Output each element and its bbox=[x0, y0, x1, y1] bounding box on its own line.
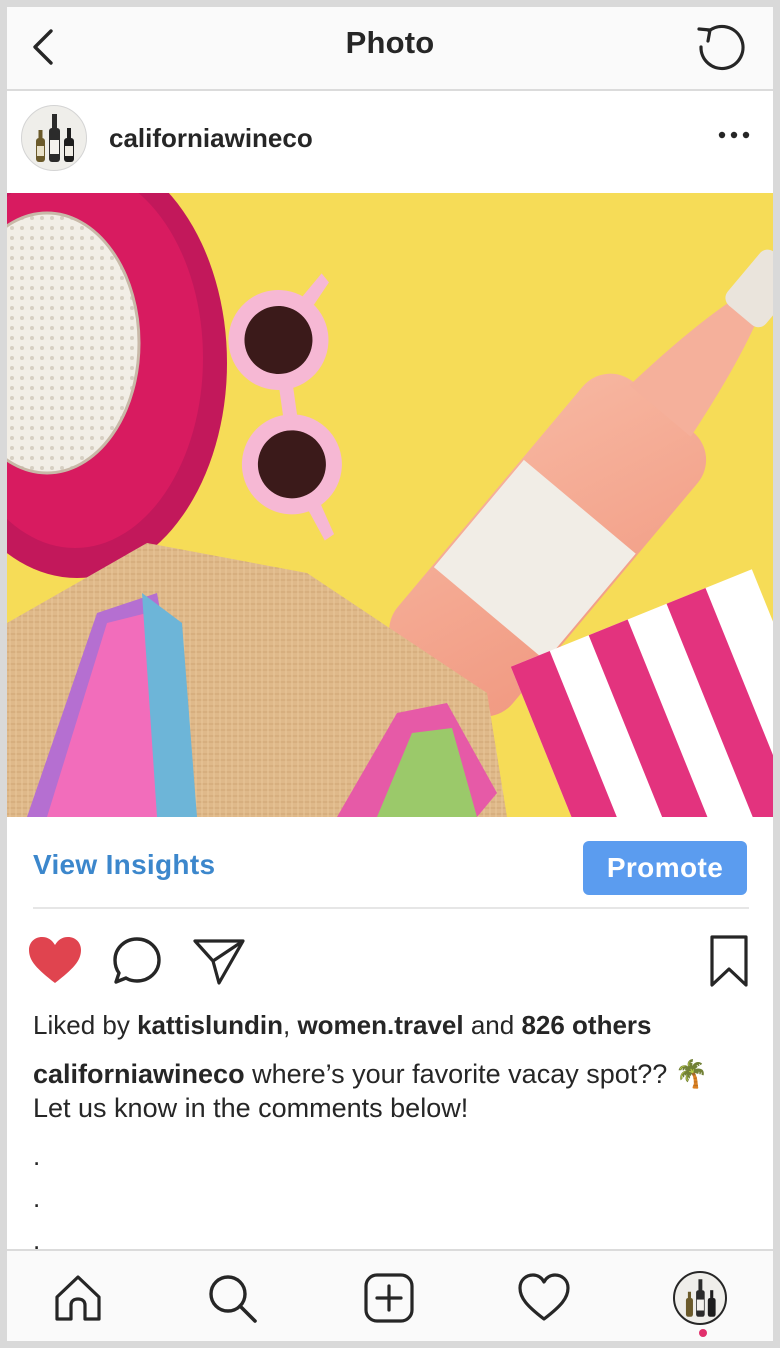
divider bbox=[33, 907, 749, 909]
insights-row: View Insights Promote bbox=[7, 819, 773, 907]
top-nav-bar: Photo bbox=[7, 7, 773, 91]
likes-summary: Liked by kattislundin, women.travel and … bbox=[33, 1010, 652, 1041]
post-header: californiawineco bbox=[7, 91, 773, 191]
notification-dot bbox=[699, 1329, 707, 1337]
bottom-tab-bar bbox=[7, 1249, 773, 1341]
bookmark-icon[interactable] bbox=[707, 933, 751, 989]
view-insights-link[interactable]: View Insights bbox=[33, 849, 215, 881]
likes-prefix: Liked by bbox=[33, 1010, 138, 1040]
search-icon[interactable] bbox=[205, 1271, 259, 1325]
wine-bottles-icon bbox=[685, 1279, 716, 1317]
caption-dot: . bbox=[33, 1141, 41, 1171]
caption-dots: . . . bbox=[33, 1135, 40, 1261]
share-direct-icon[interactable] bbox=[191, 935, 247, 987]
liker-link[interactable]: women.travel bbox=[297, 1010, 463, 1040]
post-photo[interactable] bbox=[7, 193, 773, 817]
caption-username[interactable]: californiawineco bbox=[33, 1059, 245, 1089]
post-actions bbox=[7, 925, 773, 999]
more-horizontal-icon[interactable] bbox=[717, 127, 751, 143]
wine-bottles-icon bbox=[36, 114, 74, 162]
heart-filled-icon[interactable] bbox=[27, 935, 83, 987]
liker-link[interactable]: kattislundin bbox=[137, 1010, 283, 1040]
profile-tab-avatar[interactable] bbox=[673, 1271, 727, 1325]
refresh-icon[interactable] bbox=[693, 19, 749, 75]
post-caption: californiawineco where’s your favorite v… bbox=[33, 1057, 749, 1125]
likes-and: and bbox=[463, 1010, 522, 1040]
app-frame: Photo californiawineco View Insights Pro… bbox=[7, 7, 773, 1341]
new-post-icon[interactable] bbox=[362, 1271, 416, 1325]
likes-count-link[interactable]: 826 others bbox=[521, 1010, 651, 1040]
summer-flatlay-image bbox=[7, 193, 773, 817]
page-title: Photo bbox=[345, 25, 435, 60]
post-username[interactable]: californiawineco bbox=[109, 123, 313, 154]
promote-button[interactable]: Promote bbox=[583, 841, 747, 895]
home-icon[interactable] bbox=[51, 1271, 105, 1325]
avatar[interactable] bbox=[21, 105, 87, 171]
caption-dot: . bbox=[33, 1183, 41, 1213]
comment-icon[interactable] bbox=[111, 935, 163, 987]
activity-heart-icon[interactable] bbox=[517, 1271, 571, 1325]
likes-separator: , bbox=[282, 1010, 298, 1040]
